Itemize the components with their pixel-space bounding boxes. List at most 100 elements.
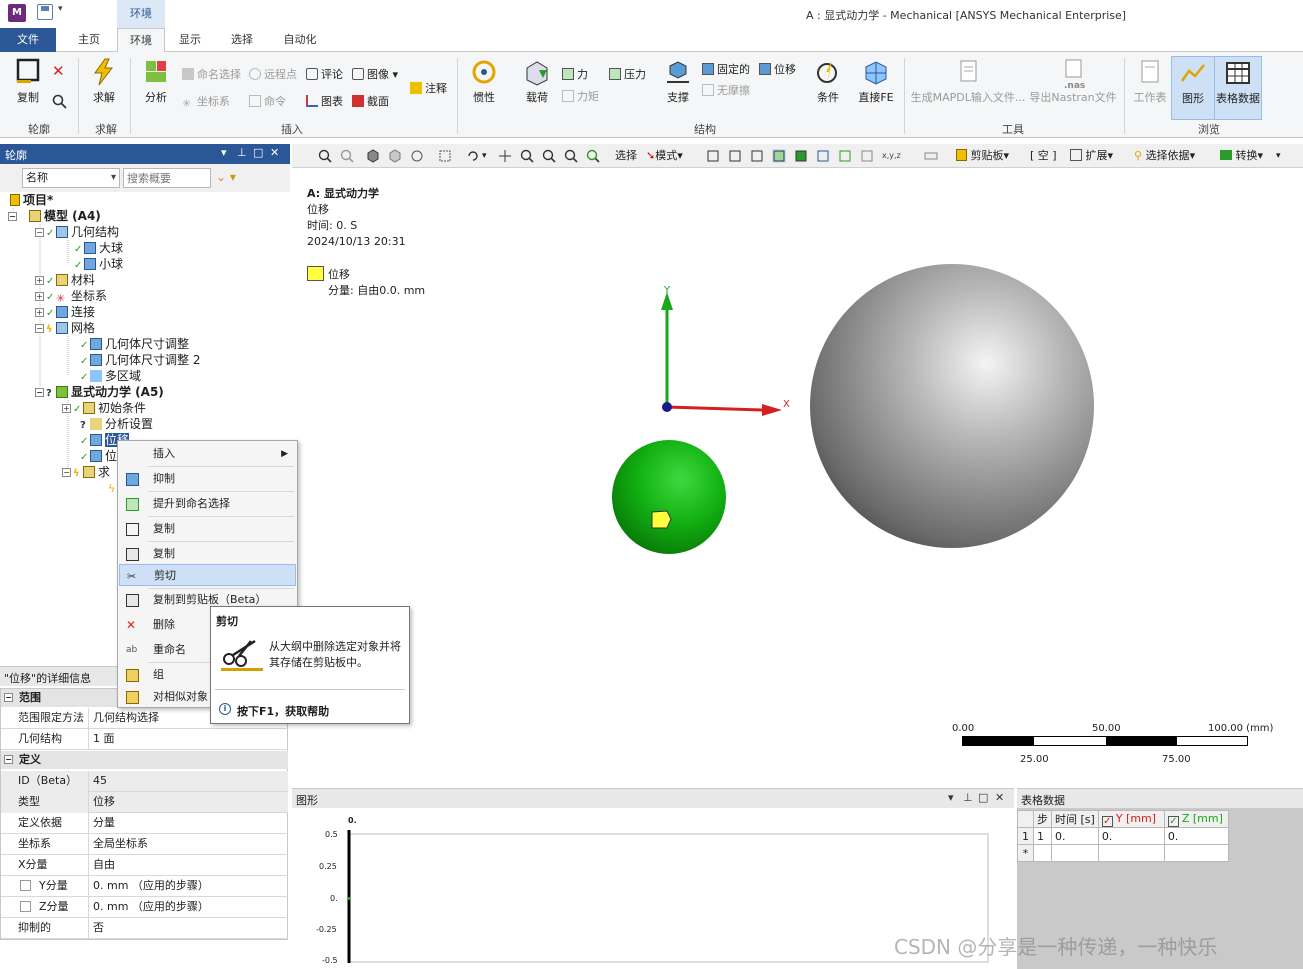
tree-node-multizone[interactable]: ✓ 多区域 (80, 368, 141, 384)
extend-dropdown[interactable]: 扩展▾ (1070, 148, 1113, 164)
tree-node-initial-conditions[interactable]: + ✓ 初始条件 (62, 400, 146, 416)
frictionless-button[interactable]: 无摩擦 (702, 82, 750, 100)
rotate-dropdown-icon[interactable]: ▾ (482, 148, 487, 164)
3d-scene[interactable] (292, 170, 1303, 785)
tree-node-geometry[interactable]: − ✓ 几何结构 (35, 224, 119, 240)
tree-node-displacement-2[interactable]: ✓ 位 (80, 448, 117, 464)
tree-node-body-sizing-2[interactable]: ✓ 几何体尺寸调整 2 (80, 352, 200, 368)
menu-item-duplicate[interactable]: 复制 (119, 518, 296, 540)
image-button[interactable]: 图像 ▾ (352, 66, 398, 84)
zoom-icon[interactable] (520, 149, 534, 163)
details-row-coordinate-system[interactable]: 坐标系 全局坐标系 (1, 834, 288, 855)
pane-menu-chevron-icon[interactable]: ▾ (948, 791, 954, 804)
select-by-dropdown[interactable]: ⚲ 选择依据▾ (1134, 148, 1195, 164)
table-new-row[interactable]: * (1017, 844, 1229, 862)
details-row-x-component[interactable]: X分量 自由 (1, 855, 288, 876)
support-button[interactable]: 支撑 (656, 56, 700, 118)
details-row-suppressed[interactable]: 抑制的否 (1, 918, 288, 939)
tree-node-model[interactable]: − 模型 (A4) (8, 208, 101, 224)
tab-home[interactable]: 主页 (64, 28, 114, 52)
fixed-support-button[interactable]: 固定的 (702, 61, 750, 79)
details-row-y-component[interactable]: Y分量 0. mm （应用的步骤） (1, 876, 288, 897)
inertia-button[interactable]: 惯性 (462, 56, 506, 118)
cell-z[interactable]: 0. (1163, 827, 1229, 845)
pin-icon[interactable]: ⊥ (237, 146, 247, 159)
tree-node-analysis-settings[interactable]: ? 分析设置 (80, 416, 153, 432)
collapse-icon[interactable]: − (4, 755, 13, 764)
collapse-icon[interactable]: − (8, 212, 17, 221)
tree-node-coordinate-systems[interactable]: + ✓ ✳ 坐标系 (35, 288, 107, 305)
expand-icon[interactable]: + (62, 404, 71, 413)
collapse-icon[interactable]: − (35, 388, 44, 397)
graph-toggle-button[interactable]: 图形 (1171, 56, 1215, 120)
search-icon[interactable] (52, 94, 68, 110)
command-button[interactable]: 命令 (249, 93, 286, 111)
select-mode-dropdown[interactable]: ➘模式▾ (646, 148, 683, 164)
solve-button[interactable]: 求解 (82, 56, 126, 118)
select-vertex-icon[interactable] (706, 149, 720, 163)
y-column-checkbox[interactable]: ✓ (1101, 815, 1113, 827)
big-ball-body[interactable] (810, 264, 1094, 548)
condition-button[interactable]: 条件 (806, 56, 850, 118)
column-header-y[interactable]: ✓ Y [mm] (1097, 810, 1165, 828)
quick-access-dropdown-icon[interactable]: ▾ (58, 4, 63, 14)
tree-node-small-ball[interactable]: ✓ 小球 (74, 256, 123, 272)
small-ball-body[interactable] (612, 440, 726, 554)
select-element-icon[interactable] (838, 149, 852, 163)
magnifier-icon[interactable] (586, 149, 600, 163)
load-button[interactable]: 载荷 (515, 56, 559, 118)
zoom-to-fit-icon[interactable] (564, 149, 578, 163)
tab-automation[interactable]: 自动化 (272, 28, 328, 52)
expand-icon[interactable]: + (35, 308, 44, 317)
measure-icon[interactable] (924, 149, 938, 163)
section-button[interactable]: 截面 (352, 93, 389, 111)
graphics-viewport[interactable]: Y X A: 显式动力学 位移 时间: 0. S 2024/10/13 20:3… (292, 170, 1303, 785)
tab-display[interactable]: 显示 (168, 28, 212, 52)
maximize-icon[interactable]: □ (253, 146, 263, 159)
generate-mapdl-button[interactable]: 生成MAPDL输入文件... (908, 56, 1028, 118)
moment-button[interactable]: 力矩 (562, 88, 599, 106)
select-edge-icon[interactable] (728, 149, 742, 163)
select-body-icon[interactable] (772, 149, 786, 163)
fit-selection-icon[interactable] (438, 149, 452, 163)
menu-item-copy[interactable]: 复制 (119, 543, 296, 565)
menu-item-promote-named-selection[interactable]: 提升到命名选择 (119, 493, 296, 515)
details-section-definition[interactable]: − 定义 (1, 751, 288, 769)
select-node-icon[interactable] (794, 149, 808, 163)
select-mesh-icon[interactable] (860, 149, 874, 163)
zoom-in-icon[interactable] (318, 149, 332, 163)
view-options-icon[interactable] (410, 149, 424, 163)
details-row-z-component[interactable]: Z分量 0. mm （应用的步骤） (1, 897, 288, 918)
expand-icon[interactable]: + (35, 276, 44, 285)
remote-point-button[interactable]: 远程点 (249, 66, 297, 84)
collapse-icon[interactable]: − (62, 468, 71, 477)
direct-fe-button[interactable]: 直接FE (852, 56, 900, 118)
box-zoom-icon[interactable] (542, 149, 556, 163)
details-row-geometry[interactable]: 几何结构 1 面 (1, 729, 288, 750)
annotation-button[interactable]: 注释 (410, 80, 447, 98)
outline-search-input[interactable] (123, 168, 211, 188)
cell-y[interactable]: 0. (1097, 827, 1165, 845)
maximize-icon[interactable]: □ (978, 791, 988, 804)
z-column-checkbox[interactable]: ✓ (1167, 815, 1179, 827)
iso-view-icon[interactable] (366, 149, 380, 163)
select-element-face-icon[interactable] (816, 149, 830, 163)
tabular-data-table[interactable]: 步 时间 [s] ✓ Y [mm] ✓ Z [mm] 1 1 0. 0. 0. * (1017, 810, 1229, 862)
details-row-define-by[interactable]: 定义依据 分量 (1, 813, 288, 834)
toolbar-overflow-icon[interactable]: ▾ (1276, 148, 1281, 164)
zoom-out-icon[interactable] (340, 149, 354, 163)
worksheet-button[interactable]: 工作表 (1128, 56, 1172, 118)
pressure-button[interactable]: 压力 (609, 66, 646, 84)
pan-icon[interactable] (498, 149, 512, 163)
tree-node-solution[interactable]: − ϟ 求 (62, 464, 110, 480)
coordinate-pick-icon[interactable]: x,y,z (882, 148, 901, 164)
menu-item-suppress[interactable]: 抑制 (119, 468, 296, 490)
save-icon[interactable] (37, 4, 53, 20)
tree-node-explicit-dynamics[interactable]: −? 显式动力学 (A5) (35, 384, 164, 400)
menu-item-insert[interactable]: 插入 ▶ (119, 443, 296, 465)
close-icon[interactable]: ✕ (995, 791, 1004, 804)
column-header-z[interactable]: ✓ Z [mm] (1163, 810, 1229, 828)
cell-time[interactable]: 0. (1051, 827, 1099, 845)
copy-button[interactable]: 复制 (6, 56, 50, 118)
rotate-icon[interactable] (466, 149, 480, 163)
